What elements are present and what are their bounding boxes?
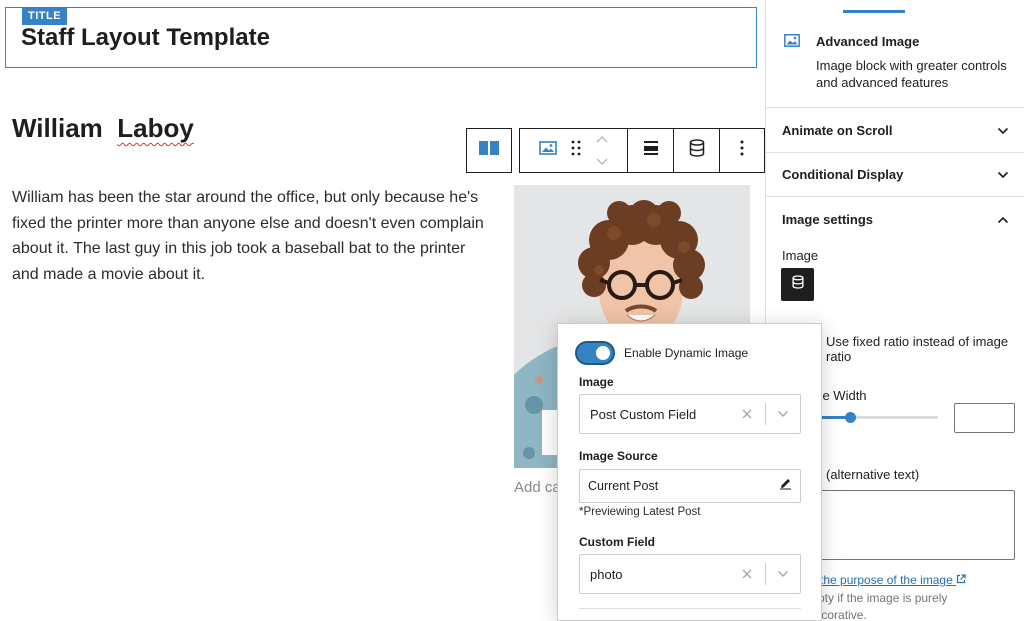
chevron-up-icon bbox=[997, 212, 1009, 227]
alt-text-help-text: mpty if the image is purely decorative. bbox=[808, 591, 948, 621]
image-field-label: Image bbox=[782, 248, 819, 263]
staff-name-heading[interactable]: William Laboy bbox=[12, 113, 194, 144]
title-tag: TITLE bbox=[22, 8, 68, 25]
block-mover bbox=[590, 131, 614, 171]
width-input[interactable] bbox=[954, 403, 1015, 433]
clear-icon[interactable] bbox=[729, 409, 765, 419]
panel-animate-on-scroll[interactable]: Animate on Scroll bbox=[766, 109, 1024, 153]
align-button[interactable] bbox=[637, 137, 665, 165]
image-source-field[interactable]: Current Post bbox=[579, 469, 801, 503]
block-type-segment bbox=[520, 129, 628, 172]
select-value: Post Custom Field bbox=[590, 406, 697, 422]
dynamic-data-segment bbox=[674, 129, 720, 172]
chevron-down-icon[interactable] bbox=[766, 410, 800, 418]
image-icon bbox=[538, 141, 557, 160]
width-slider-thumb[interactable] bbox=[845, 412, 856, 423]
select-value: photo bbox=[590, 566, 623, 582]
post-title[interactable]: Staff Layout Template bbox=[21, 24, 270, 52]
chevron-down-icon bbox=[997, 123, 1009, 138]
align-icon bbox=[643, 140, 659, 161]
move-up-icon[interactable] bbox=[595, 131, 609, 149]
drag-handle-icon bbox=[571, 140, 581, 161]
chevron-down-icon bbox=[997, 167, 1009, 182]
block-type-button[interactable] bbox=[534, 137, 562, 165]
image-icon bbox=[784, 34, 800, 52]
pencil-icon[interactable] bbox=[779, 477, 792, 495]
block-toolbar bbox=[519, 128, 765, 173]
active-tab-indicator bbox=[843, 10, 905, 13]
panel-image-settings[interactable]: Image settings bbox=[766, 197, 1024, 241]
move-down-icon[interactable] bbox=[595, 153, 609, 171]
columns-icon bbox=[479, 141, 499, 160]
preview-note: *Previewing Latest Post bbox=[579, 506, 701, 518]
staff-bio-paragraph[interactable]: William has been the star around the off… bbox=[12, 185, 490, 287]
panel-conditional-display[interactable]: Conditional Display bbox=[766, 153, 1024, 197]
select-parent-block-button[interactable] bbox=[466, 128, 512, 173]
options-segment bbox=[720, 129, 764, 172]
alt-text-help-link[interactable]: e the purpose of the image bbox=[810, 573, 966, 587]
block-card: Advanced Image Image block with greater … bbox=[766, 14, 1024, 108]
drag-handle[interactable] bbox=[562, 137, 590, 165]
more-options-icon bbox=[740, 140, 744, 161]
image-label: Image bbox=[579, 375, 614, 389]
post-title-block[interactable]: TITLE Staff Layout Template bbox=[5, 7, 757, 68]
block-title: Advanced Image bbox=[816, 34, 920, 49]
image-source-label: Image Source bbox=[579, 449, 658, 463]
image-source-type-select[interactable]: Post Custom Field bbox=[579, 394, 801, 434]
alt-text-label: (alternative text) bbox=[826, 467, 920, 482]
alt-text-textarea[interactable] bbox=[806, 490, 1015, 560]
database-icon bbox=[689, 139, 705, 162]
panel-title: Image settings bbox=[782, 211, 874, 227]
popover-divider bbox=[579, 608, 801, 609]
external-link-icon bbox=[956, 573, 966, 587]
align-segment bbox=[628, 129, 674, 172]
dynamic-image-popover: Enable Dynamic Image Image Post Custom F… bbox=[557, 323, 822, 621]
panel-title: Animate on Scroll bbox=[782, 123, 893, 138]
dynamic-data-button[interactable] bbox=[683, 137, 711, 165]
fixed-ratio-label[interactable]: Use fixed ratio instead of image ratio bbox=[826, 334, 1016, 364]
block-description: Image block with greater controls and ad… bbox=[816, 58, 1007, 90]
staff-first-name: William bbox=[12, 113, 103, 143]
custom-field-label: Custom Field bbox=[579, 535, 656, 549]
image-source-value: Current Post bbox=[588, 479, 659, 493]
dynamic-image-button[interactable] bbox=[781, 268, 814, 301]
image-caption-placeholder[interactable]: Add ca bbox=[514, 479, 561, 496]
more-options-button[interactable] bbox=[728, 137, 756, 165]
panel-title: Conditional Display bbox=[782, 167, 904, 182]
staff-last-name: Laboy bbox=[117, 113, 194, 143]
chevron-down-icon[interactable] bbox=[766, 570, 800, 578]
clear-icon[interactable] bbox=[729, 569, 765, 579]
enable-dynamic-image-toggle[interactable] bbox=[575, 341, 615, 365]
toggle-label: Enable Dynamic Image bbox=[624, 346, 749, 360]
custom-field-select[interactable]: photo bbox=[579, 554, 801, 594]
database-icon bbox=[791, 275, 804, 294]
